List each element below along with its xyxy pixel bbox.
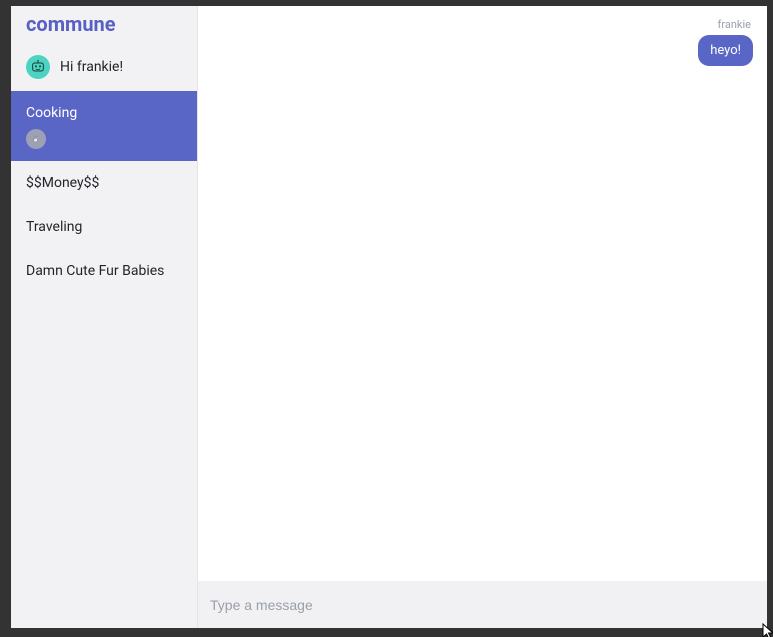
channel-label: Cooking [26, 105, 182, 121]
avatar [26, 55, 50, 79]
channel-members [26, 129, 182, 149]
hand-icon [30, 133, 42, 145]
message-bubble: heyo! [698, 35, 753, 66]
channel-item-fur-babies[interactable]: Damn Cute Fur Babies [11, 249, 197, 293]
direct-message-text: Hi frankie! [60, 59, 123, 75]
brand-title: commune [11, 6, 197, 43]
message-username: frankie [718, 18, 753, 31]
message-input[interactable] [210, 597, 755, 613]
channel-label: Traveling [26, 219, 182, 235]
channel-label: $$Money$$ [26, 175, 182, 191]
robot-face-icon [30, 59, 46, 75]
direct-message-item[interactable]: Hi frankie! [11, 43, 197, 91]
channel-item-traveling[interactable]: Traveling [11, 205, 197, 249]
channel-item-money[interactable]: $$Money$$ [11, 161, 197, 205]
sidebar: commune Hi frankie! Cooking [11, 6, 198, 628]
app-frame: commune Hi frankie! Cooking [11, 6, 767, 628]
channel-item-cooking[interactable]: Cooking [11, 91, 197, 161]
message-list: frankie heyo! [198, 6, 767, 581]
compose-bar [198, 581, 767, 628]
channel-label: Damn Cute Fur Babies [26, 263, 182, 279]
avatar [26, 129, 46, 149]
chat-pane: frankie heyo! [198, 6, 767, 628]
